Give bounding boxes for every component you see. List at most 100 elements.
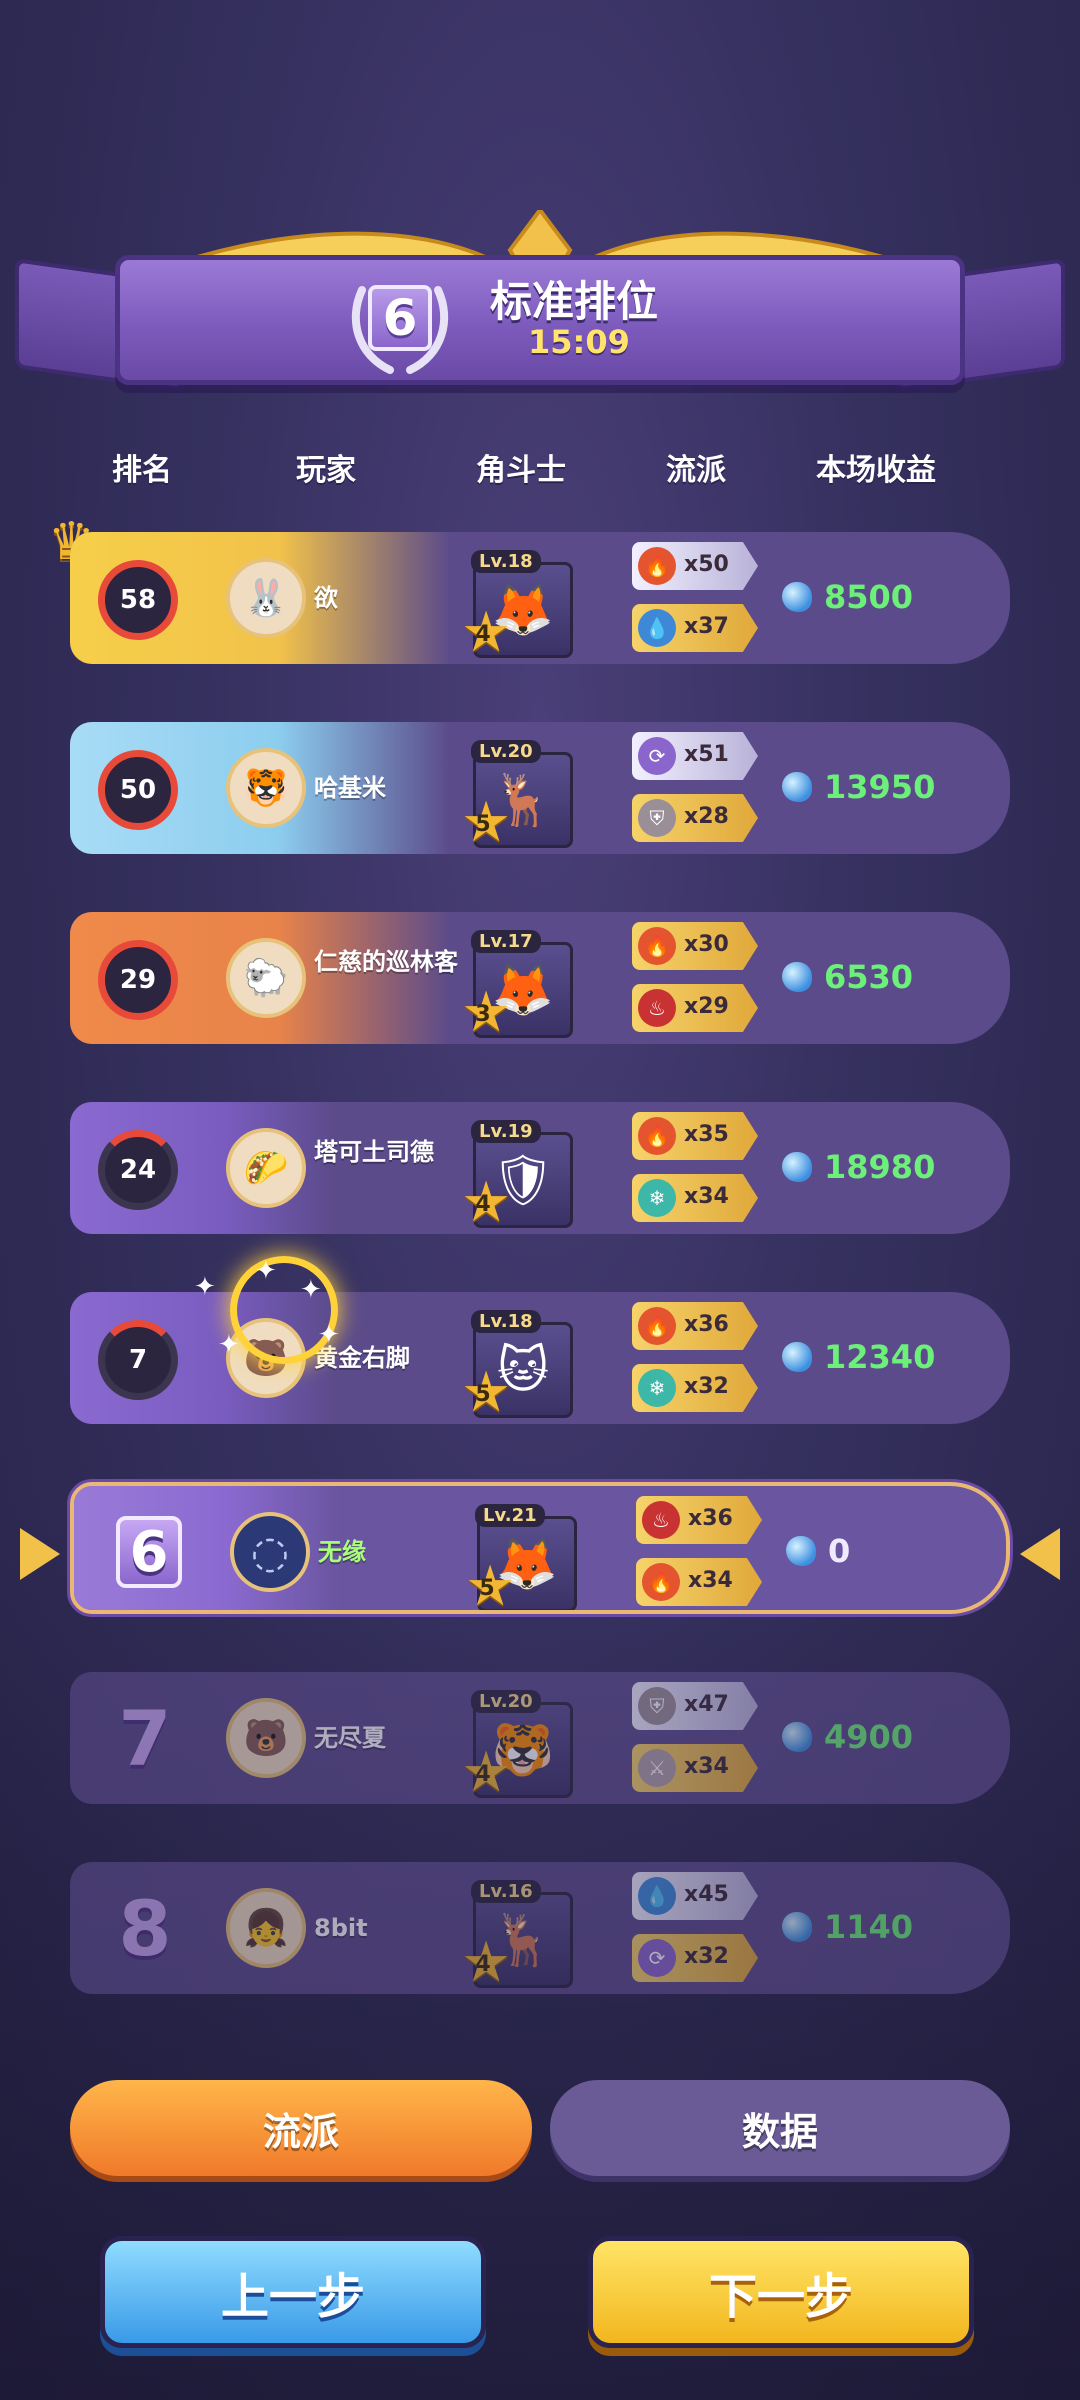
- table-row[interactable]: 50 🐯 哈基米 🦌 Lv.20 5 ⟳x51 ⛨x28 13950: [70, 722, 1010, 854]
- champion-portrait[interactable]: 🦊 Lv.21 5: [465, 1504, 579, 1610]
- avatar[interactable]: 🌮: [226, 1128, 306, 1208]
- cycle-icon: ⟳: [638, 1939, 676, 1977]
- star-icon: 4: [461, 1930, 511, 1994]
- table-row[interactable]: 7 🐻 黄金右脚 🐱 Lv.18 5 🔥x36 ❄x32 12340: [70, 1292, 1010, 1424]
- water-icon: 💧: [638, 609, 676, 647]
- col-earnings: 本场收益: [816, 453, 936, 488]
- col-rank: 排名: [112, 453, 172, 488]
- avatar[interactable]: 🐑: [226, 938, 306, 1018]
- star-icon: 3: [461, 980, 511, 1044]
- rank-badge: 58: [98, 560, 178, 640]
- gem-icon: [782, 1722, 812, 1752]
- champion-portrait[interactable]: 🐯 Lv.20 4: [461, 1690, 575, 1804]
- tab-data[interactable]: 数据: [550, 2080, 1010, 2176]
- champion-portrait[interactable]: 🦌 Lv.20 5: [461, 740, 575, 854]
- rank-number: 8: [118, 1883, 172, 1973]
- gem-icon: [782, 582, 812, 612]
- col-player: 玩家: [296, 453, 356, 488]
- next-button[interactable]: 下一步: [588, 2236, 974, 2348]
- sparkle-icon: ✦: [255, 1256, 277, 1286]
- trait-badge[interactable]: ❄ x32: [632, 1364, 758, 1412]
- trait-badge[interactable]: 💧 x37: [632, 604, 758, 652]
- tab-traits[interactable]: 流派: [70, 2080, 532, 2176]
- trait-badge[interactable]: 🔥 x50: [632, 542, 758, 590]
- earnings: 4900: [782, 1718, 913, 1756]
- table-row[interactable]: 24 🌮 塔可土司德 🛡 Lv.19 4 🔥x35 ❄x34 18980: [70, 1102, 1010, 1234]
- trait-badge[interactable]: ⟳ x51: [632, 732, 758, 780]
- sparkle-icon: ✦: [300, 1275, 322, 1305]
- rank-badge: 29: [98, 940, 178, 1020]
- avatar[interactable]: 🐯: [226, 748, 306, 828]
- player-name: 无尽夏: [314, 1724, 386, 1752]
- player-name: 塔可土司德: [314, 1138, 434, 1166]
- champion-level: Lv.20: [471, 1690, 541, 1713]
- trait-badge[interactable]: ⛨ x28: [632, 794, 758, 842]
- trait-badge[interactable]: ❄ x34: [632, 1174, 758, 1222]
- champion-level: Lv.20: [471, 740, 541, 763]
- shield-icon: ⛨: [638, 1687, 676, 1725]
- champion-portrait[interactable]: 🦊 Lv.17 3: [461, 930, 575, 1044]
- col-champion: 角斗士: [476, 453, 566, 488]
- trait-badge[interactable]: ♨ x36: [636, 1496, 762, 1544]
- trait-badge[interactable]: 🔥 x35: [632, 1112, 758, 1160]
- rank-badge: 24: [98, 1130, 178, 1210]
- earnings: 1140: [782, 1908, 913, 1946]
- champion-level: Lv.18: [471, 1310, 541, 1333]
- prev-button[interactable]: 上一步: [100, 2236, 486, 2348]
- earnings: 13950: [782, 768, 935, 806]
- table-row[interactable]: 29 🐑 仁慈的巡林客 🦊 Lv.17 3 🔥x30 ♨x29 6530: [70, 912, 1010, 1044]
- col-traits: 流派: [666, 453, 726, 488]
- trait-badge[interactable]: ⛨ x47: [632, 1682, 758, 1730]
- champion-level: Lv.18: [471, 550, 541, 573]
- player-name: 欲: [314, 584, 338, 612]
- player-name: 8bit: [314, 1914, 368, 1942]
- match-time: 15:09: [528, 323, 630, 361]
- table-row[interactable]: 58 🐰 欲 🦊 Lv.18 4 🔥x50 💧x37 8500: [70, 532, 1010, 664]
- trait-badge[interactable]: 💧 x45: [632, 1872, 758, 1920]
- avatar[interactable]: 👧: [226, 1888, 306, 1968]
- fire-icon: 🔥: [642, 1563, 680, 1601]
- trait-badge[interactable]: 🔥 x30: [632, 922, 758, 970]
- gem-icon: [782, 1152, 812, 1182]
- star-icon: 4: [461, 600, 511, 664]
- star-icon: 5: [461, 1360, 511, 1424]
- water-icon: 💧: [638, 1877, 676, 1915]
- trait-badge[interactable]: 🔥 x36: [632, 1302, 758, 1350]
- sword-icon: ⚔: [638, 1749, 676, 1787]
- champion-portrait[interactable]: 🐱 Lv.18 5: [461, 1310, 575, 1424]
- earnings: 8500: [782, 578, 913, 616]
- gem-icon: [786, 1536, 816, 1566]
- trait-badge[interactable]: ⚔ x34: [632, 1744, 758, 1792]
- fire-icon: 🔥: [638, 1307, 676, 1345]
- self-indicator-right-icon: [1020, 1528, 1060, 1580]
- gem-icon: [782, 1342, 812, 1372]
- final-rank-number: 6: [368, 285, 432, 351]
- table-row[interactable]: 8 👧 8bit 🦌 Lv.16 4 💧x45 ⟳x32 1140: [70, 1862, 1010, 1994]
- column-headers: 排名 玩家 角斗士 流派 本场收益: [0, 445, 1080, 495]
- champion-portrait[interactable]: 🛡 Lv.19 4: [461, 1120, 575, 1234]
- trait-badge[interactable]: ♨ x29: [632, 984, 758, 1032]
- ice-icon: ❄: [638, 1369, 676, 1407]
- earnings: 6530: [782, 958, 913, 996]
- loading-avatar-icon[interactable]: ◌: [230, 1512, 310, 1592]
- rank-badge: 7: [98, 1320, 178, 1400]
- gem-icon: [782, 1912, 812, 1942]
- flame-icon: ♨: [638, 989, 676, 1027]
- rank-number: 6: [116, 1516, 182, 1588]
- trait-badge[interactable]: 🔥 x34: [636, 1558, 762, 1606]
- star-icon: 4: [461, 1170, 511, 1234]
- champion-portrait[interactable]: 🦊 Lv.18 4: [461, 550, 575, 664]
- avatar[interactable]: 🐻: [226, 1698, 306, 1778]
- table-row[interactable]: 7 🐻 无尽夏 🐯 Lv.20 4 ⛨x47 ⚔x34 4900: [70, 1672, 1010, 1804]
- player-name: 哈基米: [314, 774, 386, 802]
- player-name: 仁慈的巡林客: [314, 948, 458, 976]
- table-row-self[interactable]: 6 ◌ 无缘 🦊 Lv.21 5 ♨x36 🔥x34 0: [70, 1482, 1010, 1614]
- trait-badge[interactable]: ⟳ x32: [632, 1934, 758, 1982]
- champion-portrait[interactable]: 🦌 Lv.16 4: [461, 1880, 575, 1994]
- player-name: 无缘: [318, 1538, 366, 1566]
- mode-title: 标准排位: [490, 277, 659, 326]
- avatar[interactable]: 🐰: [226, 558, 306, 638]
- sparkle-icon: ✦: [194, 1272, 216, 1302]
- result-banner: 6 标准排位 15:09: [0, 160, 1080, 420]
- shield-icon: ⛨: [638, 799, 676, 837]
